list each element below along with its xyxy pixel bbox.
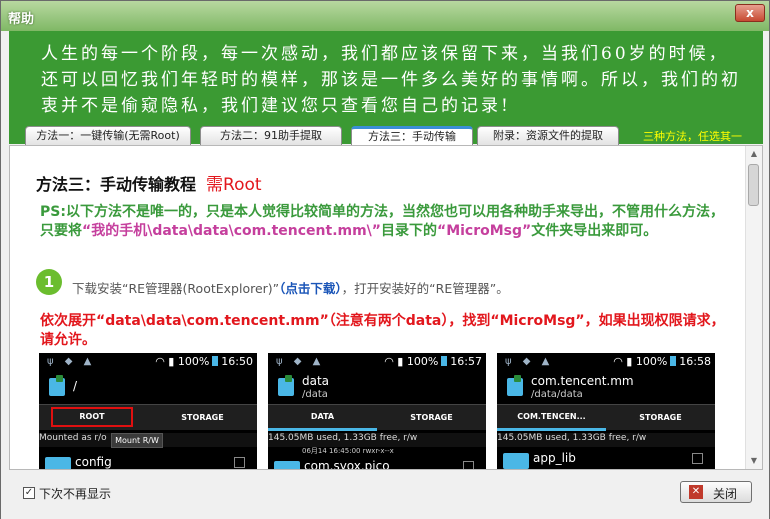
folder-icon xyxy=(45,457,71,469)
phone-tabs: DATA STORAGE xyxy=(268,404,486,431)
ps-text: 文件夹导出来即可。 xyxy=(531,223,658,239)
tab-method-3[interactable]: 方法三：手动传输 xyxy=(351,126,473,145)
tab-com-tencent: COM.TENCEN... xyxy=(497,405,606,431)
phone-tabs: COM.TENCEN... STORAGE xyxy=(497,404,715,431)
phone-screenshot: ψ ◆ ▲ ◠ ▮ 100% 16:58 com.tencent.mm /data… xyxy=(497,353,715,469)
close-icon[interactable]: x xyxy=(735,4,765,22)
tab-method-1[interactable]: 方法一：一键传输(无需Root) xyxy=(25,126,191,145)
tab-label: 方法一：一键传输(无需Root) xyxy=(36,129,180,142)
window-title: 帮助 xyxy=(8,12,35,27)
dont-show-again-label[interactable]: 下次不再显示 xyxy=(39,485,111,502)
tab-data: DATA xyxy=(268,405,377,431)
ps-note: PS:以下方法不是唯一的，只是本人觉得比较简单的方法，当然您也可以用各种助手来导… xyxy=(40,203,730,241)
page-title: 方法三：手动传输教程 需Root xyxy=(36,170,262,195)
status-bar: ψ ◆ ▲ ◠ ▮ 100% 16:57 xyxy=(268,353,486,371)
scrollbar-thumb[interactable] xyxy=(748,164,759,206)
vertical-scrollbar[interactable]: ▲ ▼ xyxy=(745,146,762,469)
help-window: 帮助 x 人生的每一个阶段，每一次感动，我们都应该保留下来，当我们60岁的时候，… xyxy=(0,0,770,519)
file-name: com.syox.pico xyxy=(304,459,390,470)
tab-appendix[interactable]: 附录：资源文件的提取 xyxy=(477,126,619,145)
folder-icon xyxy=(507,375,523,396)
tab-storage: STORAGE xyxy=(639,413,682,422)
path-row: data /data xyxy=(268,371,486,403)
path-title: data xyxy=(302,374,330,388)
list-item: config xyxy=(39,453,257,469)
step-text: ，打开安装好的“RE管理器”。 xyxy=(341,281,509,296)
step-1-text: 下载安装“RE管理器(RootExplorer)”（点击下载），打开安装好的“R… xyxy=(72,278,509,297)
path-sub: /data/data xyxy=(531,389,583,400)
ps-folder: “MicroMsg” xyxy=(437,223,532,239)
wifi-icon: ◠ xyxy=(613,355,623,368)
file-meta: 06月14 16:45:00 rwxr-x--x xyxy=(302,447,394,455)
storage-info: 145.05MB used, 1.33GB free, r/w xyxy=(497,433,715,447)
file-name: config xyxy=(75,455,112,469)
time-text: 16:50 xyxy=(221,355,253,368)
banner-text: 人生的每一个阶段，每一次感动，我们都应该保留下来，当我们60岁的时候，还可以回忆… xyxy=(41,44,741,116)
notification-icons: ψ ◆ ▲ xyxy=(276,356,325,367)
tab-method-2[interactable]: 方法二：91助手提取 xyxy=(200,126,342,145)
root-required-tag: 需Root xyxy=(206,175,262,195)
tab-storage: STORAGE xyxy=(181,413,224,422)
heading-text: 方法三：手动传输教程 xyxy=(36,175,197,194)
folder-icon xyxy=(503,453,529,469)
path-title: / xyxy=(73,379,78,393)
path-row: com.tencent.mm /data/data xyxy=(497,371,715,403)
status-right: ◠ ▮ 100% 16:57 xyxy=(384,355,482,368)
battery-icon xyxy=(670,356,677,366)
tab-label: 方法二：91助手提取 xyxy=(220,129,322,142)
step-number-badge: 1 xyxy=(36,269,62,295)
mount-rw-button: Mount R/W xyxy=(111,433,163,448)
time-text: 16:58 xyxy=(679,355,711,368)
path-row: / xyxy=(39,371,257,403)
close-x-icon: ✕ xyxy=(689,485,703,499)
wifi-icon: ◠ xyxy=(155,355,165,368)
checkbox-icon xyxy=(463,461,474,469)
scroll-down-icon[interactable]: ▼ xyxy=(749,456,759,466)
footer: ✓ 下次不再显示 ✕ 关闭 xyxy=(1,471,769,519)
folder-icon xyxy=(274,461,300,469)
ps-path: “我的手机\data\data\com.tencent.mm\” xyxy=(82,223,381,239)
battery-icon xyxy=(441,356,448,366)
battery-text: 100% xyxy=(177,355,210,368)
battery-text: 100% xyxy=(635,355,668,368)
tab-hint: 三种方法，任选其一 xyxy=(643,130,742,143)
phone-screenshot: ψ ◆ ▲ ◠ ▮ 100% 16:50 / ROOT STORAGE Mount… xyxy=(39,353,257,469)
tab-label: 方法三：手动传输 xyxy=(368,130,456,143)
status-right: ◠ ▮ 100% 16:50 xyxy=(155,355,253,368)
tab-label: 附录：资源文件的提取 xyxy=(493,129,603,142)
status-bar: ψ ◆ ▲ ◠ ▮ 100% 16:50 xyxy=(39,353,257,371)
dont-show-again-checkbox[interactable]: ✓ xyxy=(23,487,35,499)
battery-icon xyxy=(212,356,219,366)
checkbox-icon xyxy=(692,453,703,464)
close-button-label: 关闭 xyxy=(713,487,738,501)
time-text: 16:57 xyxy=(450,355,482,368)
phone-tabs: ROOT STORAGE xyxy=(39,404,257,430)
phone-screenshot: ψ ◆ ▲ ◠ ▮ 100% 16:57 data /data DATA STOR… xyxy=(268,353,486,470)
notification-icons: ψ ◆ ▲ xyxy=(505,356,554,367)
status-bar: ψ ◆ ▲ ◠ ▮ 100% 16:58 xyxy=(497,353,715,371)
title-bar[interactable]: 帮助 x xyxy=(1,1,769,31)
ps-text: 目录下的 xyxy=(381,223,437,239)
tab-root: ROOT xyxy=(51,407,133,427)
status-right: ◠ ▮ 100% 16:58 xyxy=(613,355,711,368)
tab-storage: STORAGE xyxy=(410,413,453,422)
step-text: 下载安装“RE管理器(RootExplorer)” xyxy=(72,281,280,296)
storage-info: 145.05MB used, 1.33GB free, r/w xyxy=(268,433,486,447)
content-panel[interactable]: 方法三：手动传输教程 需Root PS:以下方法不是唯一的，只是本人觉得比较简单的… xyxy=(9,145,763,470)
folder-icon xyxy=(49,375,65,396)
path-title: com.tencent.mm xyxy=(531,374,634,388)
file-name: app_lib xyxy=(533,451,576,465)
checkbox-icon xyxy=(234,457,245,468)
list-item: com.syox.pico xyxy=(268,457,486,470)
list-item: app_lib xyxy=(497,449,715,469)
scroll-up-icon[interactable]: ▲ xyxy=(749,149,759,159)
wifi-icon: ◠ xyxy=(384,355,394,368)
download-link[interactable]: （点击下载） xyxy=(279,281,342,296)
expand-instruction: 依次展开“data\data\com.tencent.mm”（注意有两个data… xyxy=(40,313,725,348)
notification-icons: ψ ◆ ▲ xyxy=(47,356,96,367)
close-button[interactable]: ✕ 关闭 xyxy=(680,481,752,503)
folder-icon xyxy=(278,375,294,396)
path-sub: /data xyxy=(302,389,328,400)
battery-text: 100% xyxy=(406,355,439,368)
